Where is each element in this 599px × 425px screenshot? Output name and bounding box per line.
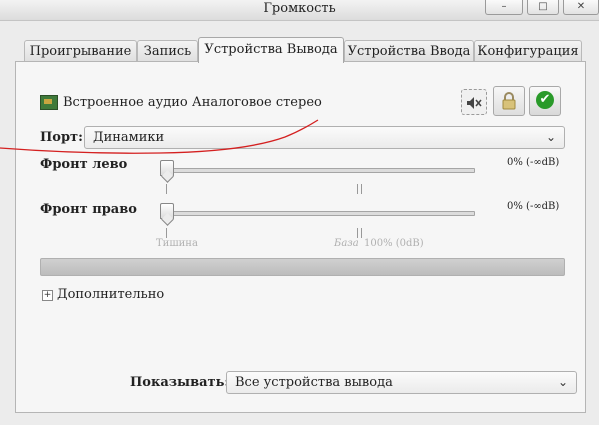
lock-channels-button[interactable] xyxy=(493,86,525,116)
scale-label-full: 100% (0dB) xyxy=(364,238,424,249)
volume-value-front-right: 0% (-∞dB) xyxy=(507,201,560,212)
slider-handle-front-right[interactable] xyxy=(160,203,174,219)
show-filter-select[interactable]: Все устройства вывода ⌄ xyxy=(226,371,577,394)
channel-label-front-right: Фронт право xyxy=(40,202,137,217)
speaker-mute-icon[interactable] xyxy=(461,89,487,115)
tab-input-devices[interactable]: Устройства Ввода xyxy=(344,40,474,61)
advanced-expander-label[interactable]: Дополнительно xyxy=(57,287,164,302)
volume-slider-front-right[interactable] xyxy=(162,211,475,216)
chevron-down-icon: ⌄ xyxy=(557,375,568,389)
tick-mark xyxy=(166,228,167,238)
tick-mark xyxy=(361,184,362,194)
tick-mark xyxy=(357,228,358,238)
title-bar: Громкость – □ ✕ xyxy=(0,0,599,21)
tab-configuration[interactable]: Конфигурация xyxy=(474,40,582,61)
tick-mark xyxy=(166,184,167,194)
port-select[interactable]: Динамики ⌄ xyxy=(84,126,565,149)
peak-level-meter xyxy=(40,258,565,276)
lock-icon xyxy=(502,91,516,109)
show-filter-value: Все устройства вывода xyxy=(235,375,393,390)
volume-value-front-left: 0% (-∞dB) xyxy=(507,157,560,168)
tick-mark xyxy=(361,228,362,238)
slider-handle-front-left[interactable] xyxy=(160,160,174,176)
set-default-button[interactable]: ✔ xyxy=(529,86,561,116)
maximize-button[interactable]: □ xyxy=(527,0,559,15)
show-label: Показывать: xyxy=(130,375,230,390)
tab-recording[interactable]: Запись xyxy=(137,40,198,61)
sound-card-icon xyxy=(40,95,58,110)
tab-playback[interactable]: Проигрывание xyxy=(24,40,137,61)
chevron-down-icon: ⌄ xyxy=(545,130,556,144)
volume-slider-front-left[interactable] xyxy=(162,168,475,173)
device-name: Встроенное аудио Аналоговое стерео xyxy=(63,95,322,110)
expand-icon[interactable]: + xyxy=(42,290,53,301)
scale-label-base: База xyxy=(334,238,359,249)
port-label: Порт: xyxy=(40,130,83,145)
close-button[interactable]: ✕ xyxy=(563,0,599,15)
port-select-value: Динамики xyxy=(93,130,165,145)
scale-label-silence: Тишина xyxy=(156,238,198,249)
tab-output-devices[interactable]: Устройства Вывода xyxy=(198,37,344,63)
checkmark-icon: ✔ xyxy=(536,90,554,109)
tick-mark xyxy=(357,184,358,194)
minimize-button[interactable]: – xyxy=(485,0,523,15)
channel-label-front-left: Фронт лево xyxy=(40,157,128,172)
